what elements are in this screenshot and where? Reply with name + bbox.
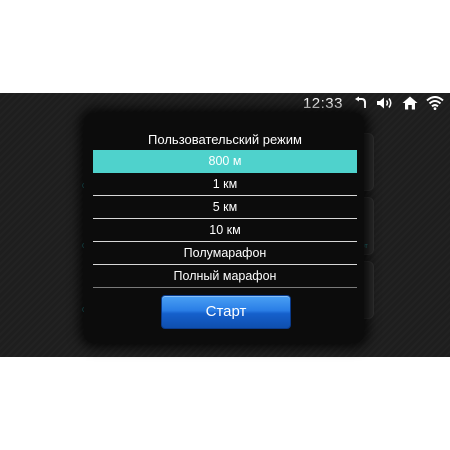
option-item[interactable]: 5 км — [93, 196, 357, 219]
home-icon[interactable] — [402, 96, 418, 110]
volume-icon[interactable] — [376, 96, 394, 110]
option-item[interactable]: 10 км — [93, 219, 357, 242]
option-item[interactable]: 1 км — [93, 173, 357, 196]
option-item[interactable]: Полный марафон — [93, 265, 357, 288]
status-bar: 12:33 — [303, 93, 450, 113]
dialog-title: Пользовательский режим — [148, 132, 302, 147]
distance-option-list: 800 м 1 км 5 км 10 км Полумарафон Полный… — [93, 150, 357, 288]
clock: 12:33 — [302, 94, 343, 112]
option-item[interactable]: 800 м — [93, 150, 357, 173]
wifi-icon — [426, 96, 444, 110]
option-item[interactable]: Полумарафон — [93, 242, 357, 265]
back-icon[interactable] — [354, 96, 368, 110]
start-button[interactable]: Старт — [161, 295, 291, 329]
